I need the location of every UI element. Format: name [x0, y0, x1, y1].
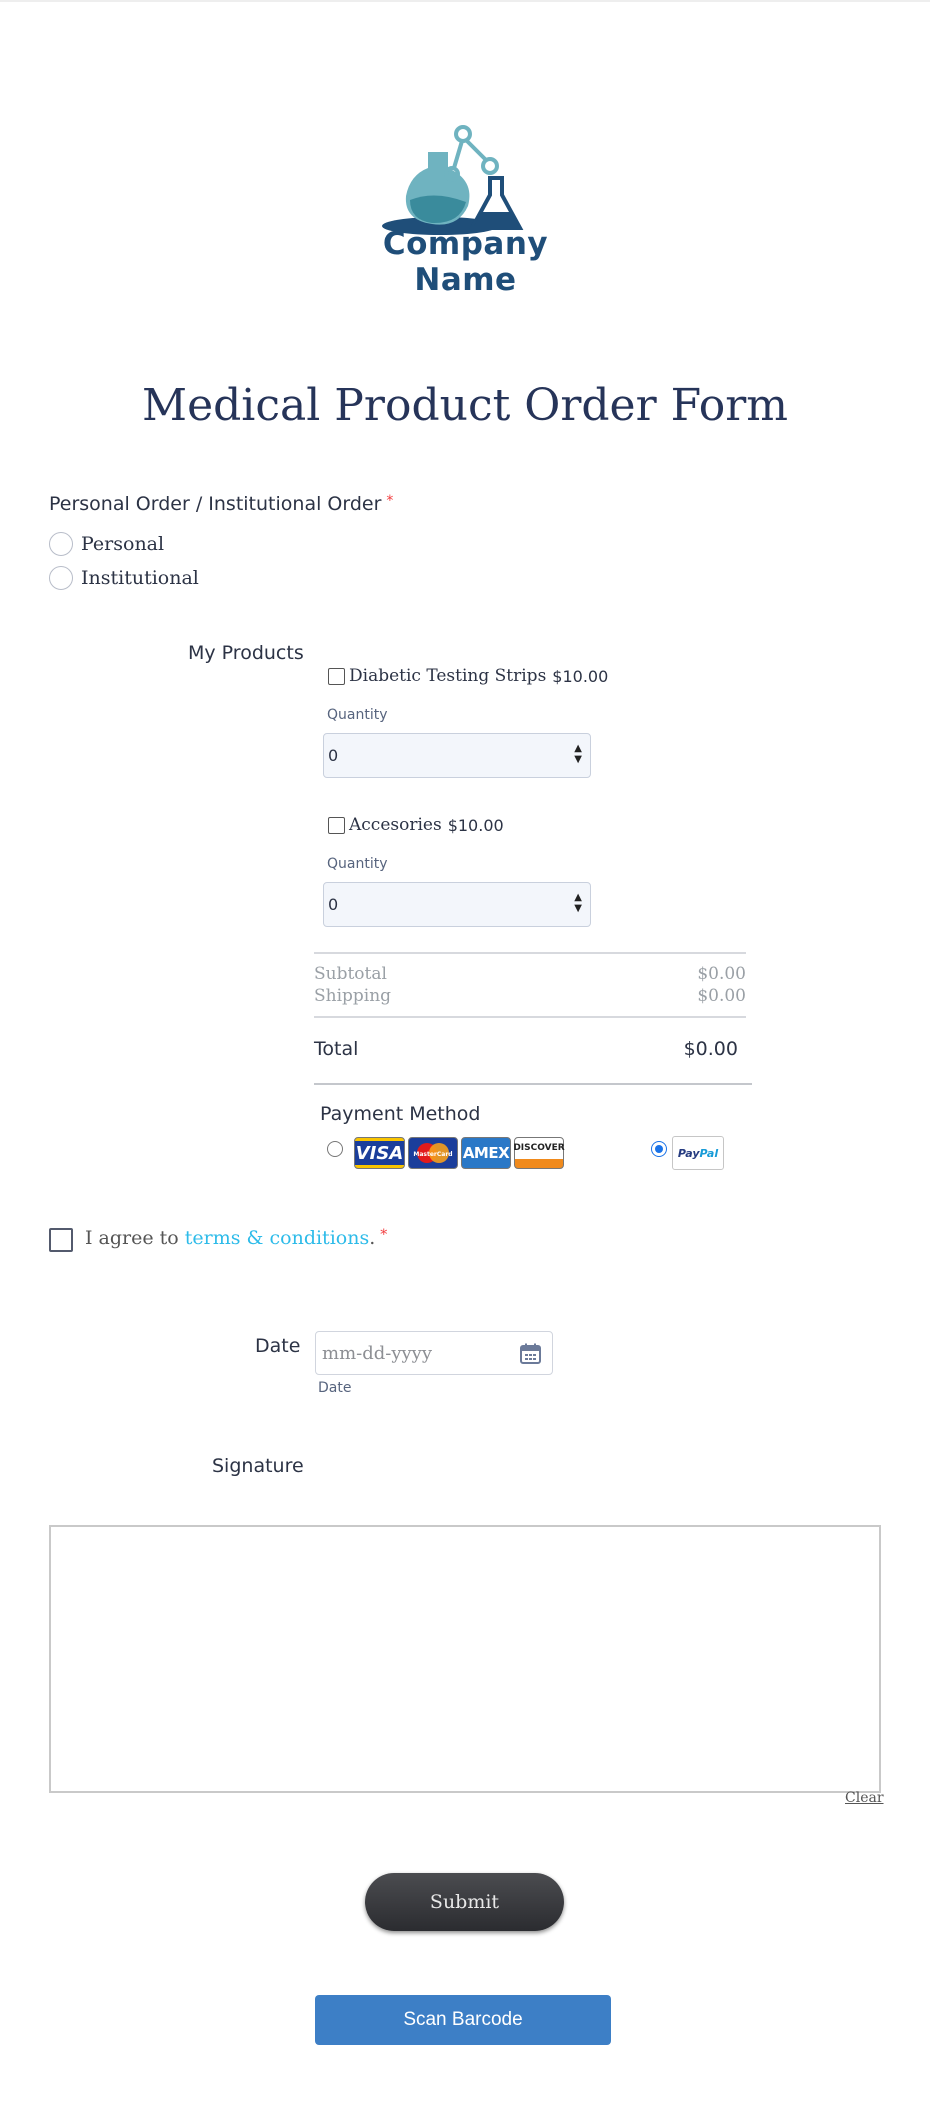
- subtotal-label: Subtotal: [314, 964, 387, 984]
- terms-link[interactable]: terms & conditions: [185, 1227, 369, 1249]
- order-type-label-text: Personal Order / Institutional Order: [49, 493, 382, 515]
- terms-text: I agree to terms & conditions. *: [85, 1227, 387, 1249]
- radio-button[interactable]: [49, 532, 73, 556]
- paypal-icon: Pay Pal: [672, 1136, 724, 1170]
- product-checkbox[interactable]: [328, 667, 345, 685]
- quantity-value: 0: [328, 895, 339, 914]
- order-type-label: Personal Order / Institutional Order *: [49, 493, 393, 515]
- payment-method-label: Payment Method: [320, 1103, 481, 1125]
- terms-checkbox[interactable]: [49, 1228, 73, 1252]
- quantity-value: 0: [328, 746, 339, 765]
- quantity-stepper[interactable]: 0 ▲ ▼: [323, 882, 591, 927]
- visa-card-icon: VISA: [354, 1137, 405, 1169]
- summary-divider: [314, 952, 746, 954]
- signature-pad[interactable]: [49, 1525, 881, 1793]
- scan-barcode-button[interactable]: Scan Barcode: [315, 1995, 611, 2045]
- form-title: Medical Product Order Form: [142, 380, 788, 431]
- terms-suffix: .: [369, 1227, 376, 1249]
- product-checkbox[interactable]: [328, 816, 345, 834]
- paypal-pay-text: Pay: [677, 1146, 700, 1160]
- radio-label-personal: Personal: [81, 533, 165, 555]
- required-mark: *: [380, 1227, 388, 1243]
- date-input[interactable]: [322, 1340, 502, 1366]
- total-row: Total $0.00: [314, 1038, 738, 1060]
- discover-card-icon: DISCOVER: [513, 1137, 565, 1169]
- paypal-pal-text: Pal: [699, 1146, 719, 1160]
- spinner-arrows-icon[interactable]: ▲ ▼: [574, 743, 582, 765]
- total-divider: [314, 1083, 752, 1085]
- total-label: Total: [314, 1038, 359, 1060]
- card-payment-radio[interactable]: [327, 1141, 343, 1157]
- my-products-label: My Products: [188, 642, 304, 664]
- quantity-label: Quantity: [327, 707, 388, 723]
- mastercard-icon: MasterCard: [408, 1137, 458, 1169]
- radio-label-institutional: Institutional: [81, 567, 199, 589]
- product-accesories[interactable]: Accesories $10.00: [328, 815, 504, 835]
- product-price: $10.00: [447, 815, 504, 835]
- terms-prefix: I agree to: [85, 1227, 179, 1249]
- shipping-label: Shipping: [314, 986, 392, 1006]
- required-mark: *: [386, 493, 394, 509]
- subtotal-value: $0.00: [697, 964, 746, 984]
- radio-option-institutional[interactable]: Institutional: [49, 566, 199, 590]
- date-sublabel: Date: [318, 1380, 352, 1396]
- amex-card-icon: AMEX: [461, 1137, 511, 1169]
- submit-button[interactable]: Submit: [365, 1873, 564, 1931]
- paypal-payment-radio[interactable]: [651, 1141, 667, 1157]
- subtotal-row: Subtotal $0.00: [314, 964, 746, 984]
- summary-divider: [314, 1016, 746, 1018]
- calendar-icon[interactable]: [520, 1343, 541, 1364]
- date-label: Date: [255, 1335, 301, 1357]
- product-diabetic-strips[interactable]: Diabetic Testing Strips $10.00: [328, 666, 608, 686]
- product-price: $10.00: [552, 666, 609, 686]
- radio-button[interactable]: [49, 566, 73, 590]
- top-divider: [0, 0, 930, 2]
- quantity-label: Quantity: [327, 856, 388, 872]
- mastercard-text: MasterCard: [413, 1151, 452, 1158]
- signature-clear-link[interactable]: Clear: [845, 1790, 884, 1806]
- company-name: Company Name: [382, 226, 549, 298]
- total-value: $0.00: [683, 1038, 738, 1060]
- date-field[interactable]: [315, 1331, 553, 1375]
- quantity-stepper[interactable]: 0 ▲ ▼: [323, 733, 591, 778]
- spinner-arrows-icon[interactable]: ▲ ▼: [574, 892, 582, 914]
- product-name: Accesories: [349, 815, 442, 835]
- product-name: Diabetic Testing Strips: [349, 666, 547, 686]
- signature-label: Signature: [212, 1455, 304, 1477]
- radio-option-personal[interactable]: Personal: [49, 532, 164, 556]
- shipping-row: Shipping $0.00: [314, 986, 746, 1006]
- shipping-value: $0.00: [697, 986, 746, 1006]
